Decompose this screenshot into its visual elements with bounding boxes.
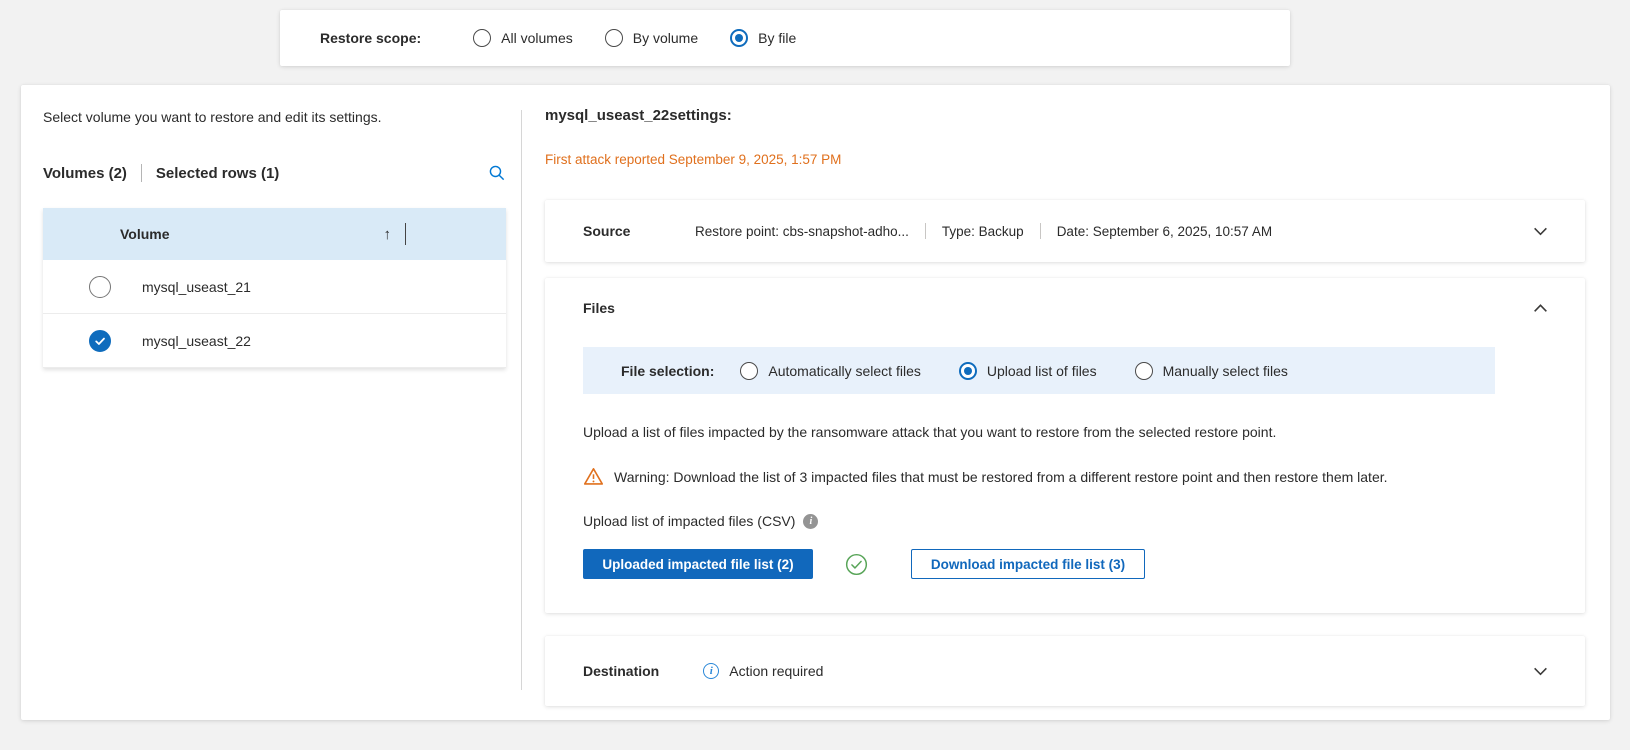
upload-description: Upload a list of files impacted by the r… xyxy=(583,424,1547,440)
restore-scope-bar: Restore scope: All volumes By volume By … xyxy=(280,10,1290,66)
file-option-label: Automatically select files xyxy=(768,363,921,379)
chevron-down-icon[interactable] xyxy=(1532,223,1549,240)
table-row-mysql-useast-22[interactable]: mysql_useast_22 xyxy=(43,314,506,368)
scope-option-label: All volumes xyxy=(501,30,573,46)
info-icon[interactable]: i xyxy=(803,514,818,529)
panel-divider xyxy=(521,110,522,690)
scope-option-by-volume[interactable]: By volume xyxy=(605,29,698,47)
column-resize-handle[interactable] xyxy=(405,223,406,245)
action-required-info-icon: i xyxy=(703,663,719,679)
row-select-radio[interactable] xyxy=(89,330,111,352)
restore-scope-label: Restore scope: xyxy=(320,30,421,46)
file-list-actions: Uploaded impacted file list (2) Download… xyxy=(583,549,1547,579)
volumes-count: Volumes (2) xyxy=(43,165,127,182)
upload-success-icon xyxy=(845,553,868,576)
file-option-label: Upload list of files xyxy=(987,363,1097,379)
radio-icon[interactable] xyxy=(740,362,758,380)
meta-separator xyxy=(1040,223,1041,239)
selected-rows-count: Selected rows (1) xyxy=(156,165,279,182)
header-separator xyxy=(141,164,142,182)
upload-label-row: Upload list of impacted files (CSV) i xyxy=(583,513,1547,529)
restore-main-panel: Select volume you want to restore and ed… xyxy=(21,85,1610,720)
volumes-table-header[interactable]: Volume ↑ xyxy=(43,208,506,260)
radio-icon[interactable] xyxy=(473,29,491,47)
scope-option-label: By file xyxy=(758,30,796,46)
source-restore-point: Restore point: cbs-snapshot-adho... xyxy=(695,224,909,239)
warning-message: Warning: Download the list of 3 impacted… xyxy=(583,466,1547,487)
source-date: Date: September 6, 2025, 10:57 AM xyxy=(1057,224,1272,239)
files-section-header: Files xyxy=(545,278,1585,338)
destination-section: Destination i Action required xyxy=(545,636,1585,706)
source-label: Source xyxy=(583,223,695,239)
radio-icon[interactable] xyxy=(730,29,748,47)
uploaded-file-list-button[interactable]: Uploaded impacted file list (2) xyxy=(583,549,813,579)
volumes-table: Volume ↑ mysql_useast_21 mysql_useast_22 xyxy=(43,208,506,368)
upload-csv-label: Upload list of impacted files (CSV) xyxy=(583,513,795,529)
action-required-text: Action required xyxy=(729,663,823,679)
scope-option-all-volumes[interactable]: All volumes xyxy=(473,29,573,47)
radio-icon[interactable] xyxy=(959,362,977,380)
file-option-manual[interactable]: Manually select files xyxy=(1135,362,1288,380)
radio-icon[interactable] xyxy=(1135,362,1153,380)
sort-ascending-icon[interactable]: ↑ xyxy=(384,226,392,243)
download-file-list-button[interactable]: Download impacted file list (3) xyxy=(911,549,1145,579)
chevron-up-icon[interactable] xyxy=(1532,300,1549,317)
table-row-mysql-useast-21[interactable]: mysql_useast_21 xyxy=(43,260,506,314)
chevron-down-icon[interactable] xyxy=(1532,663,1549,680)
source-type: Type: Backup xyxy=(942,224,1024,239)
column-header-volume[interactable]: Volume xyxy=(120,226,170,242)
sort-control[interactable]: ↑ xyxy=(384,223,407,245)
attack-notice: First attack reported September 9, 2025,… xyxy=(545,152,841,167)
source-section: Source Restore point: cbs-snapshot-adho.… xyxy=(545,200,1585,262)
meta-separator xyxy=(925,223,926,239)
warning-text: Warning: Download the list of 3 impacted… xyxy=(614,469,1388,485)
search-icon[interactable] xyxy=(488,164,506,182)
radio-icon[interactable] xyxy=(605,29,623,47)
file-option-label: Manually select files xyxy=(1163,363,1288,379)
check-icon xyxy=(94,335,106,347)
volume-name: mysql_useast_22 xyxy=(142,333,251,349)
volume-name: mysql_useast_21 xyxy=(142,279,251,295)
destination-label: Destination xyxy=(583,663,659,679)
volume-select-instruction: Select volume you want to restore and ed… xyxy=(43,109,382,125)
row-select-radio[interactable] xyxy=(89,276,111,298)
file-selection-label: File selection: xyxy=(621,363,714,379)
files-section: Files File selection: Automatically sele… xyxy=(545,278,1585,613)
file-selection-bar: File selection: Automatically select fil… xyxy=(583,347,1495,394)
file-option-upload-list[interactable]: Upload list of files xyxy=(959,362,1097,380)
volumes-list-header: Volumes (2) Selected rows (1) xyxy=(43,161,506,185)
settings-title: mysql_useast_22settings: xyxy=(545,107,732,124)
file-option-automatic[interactable]: Automatically select files xyxy=(740,362,921,380)
warning-icon xyxy=(583,466,604,487)
scope-option-by-file[interactable]: By file xyxy=(730,29,796,47)
files-label: Files xyxy=(583,300,615,316)
scope-option-label: By volume xyxy=(633,30,698,46)
